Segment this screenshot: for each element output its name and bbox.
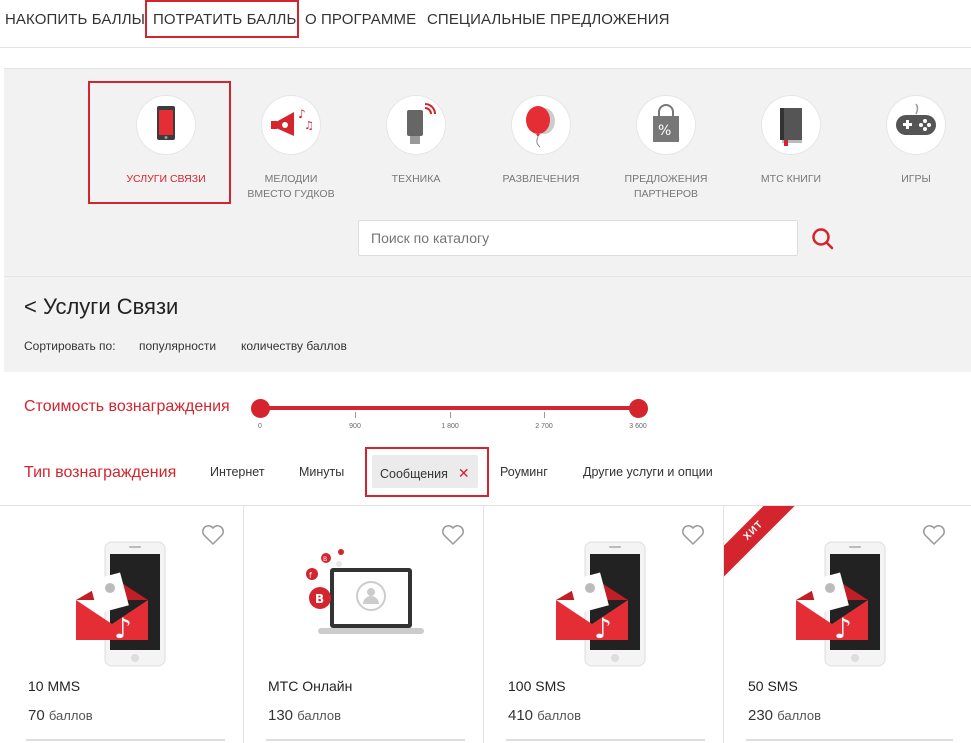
back-to-section-link[interactable]: < Услуги Связи: [24, 294, 178, 320]
category-games[interactable]: ИГРЫ: [858, 96, 971, 187]
product-price: 410 баллов: [508, 707, 581, 724]
card-divider: [746, 739, 953, 741]
svg-text:f: f: [309, 571, 312, 580]
card-divider: [266, 739, 465, 741]
product-name: 100 SMS: [508, 678, 566, 694]
price-value: 70: [28, 707, 45, 724]
svg-text:B: B: [315, 592, 324, 606]
product-price: 130 баллов: [268, 707, 341, 724]
card-divider: [26, 739, 225, 741]
category-entertainment[interactable]: РАЗВЛЕЧЕНИЯ: [483, 96, 599, 187]
phone-envelope-image: ♪: [796, 541, 886, 667]
megaphone-icon: ♪ ♫: [262, 96, 320, 154]
cost-slider-min-handle[interactable]: [251, 399, 270, 418]
price-value: 230: [748, 707, 774, 724]
category-partner-offers[interactable]: % ПРЕДЛОЖЕНИЯ ПАРТНЕРОВ: [608, 96, 724, 202]
section-header-panel: [4, 276, 971, 372]
nav-earn-points[interactable]: НАКОПИТЬ БАЛЛЫ: [5, 11, 145, 28]
product-name: МТС Онлайн: [268, 678, 353, 694]
sort-by-points[interactable]: количеству баллов: [241, 339, 347, 353]
sort-label: Сортировать по:: [24, 339, 116, 353]
nav-about-program[interactable]: О ПРОГРАММЕ: [305, 11, 416, 28]
category-devices[interactable]: ТЕХНИКА: [358, 96, 474, 187]
card-divider: [506, 739, 705, 741]
price-unit: баллов: [537, 708, 582, 723]
slider-tick: [544, 412, 545, 418]
category-label: ИГРЫ: [901, 173, 931, 185]
highlight-frame-nav: [145, 0, 299, 38]
book-icon: [762, 96, 820, 154]
cost-slider-track[interactable]: [260, 406, 638, 410]
svg-text:B: B: [323, 556, 327, 563]
laptop-social-image: B f B: [306, 549, 424, 634]
category-label: МТС КНИГИ: [760, 173, 822, 185]
price-unit: баллов: [777, 708, 822, 723]
catalog-search-input[interactable]: [358, 220, 798, 256]
cost-filter-title: Стоимость вознаграждения: [24, 398, 230, 415]
product-card[interactable]: ♪ 100 SMS 410 баллов: [484, 506, 724, 743]
cost-slider-max-handle[interactable]: [629, 399, 648, 418]
product-card[interactable]: ХИТ ♪ 50 SMS 230 баллов: [724, 506, 971, 743]
category-label: РАЗВЛЕЧЕНИЯ: [502, 173, 580, 185]
slider-tick-label: 1 800: [441, 423, 459, 430]
svg-text:♫: ♫: [304, 119, 314, 132]
balloon-icon: [512, 96, 570, 154]
slider-tick: [355, 412, 356, 418]
sort-by-popularity[interactable]: популярности: [139, 339, 216, 353]
product-name: 10 MMS: [28, 678, 81, 694]
type-filter-title: Тип вознаграждения: [24, 464, 177, 481]
shopping-bag-percent-icon: %: [637, 96, 695, 154]
category-mts-books[interactable]: МТС КНИГИ: [733, 96, 849, 187]
usb-modem-icon: [387, 96, 445, 154]
price-unit: баллов: [297, 708, 342, 723]
category-label: МЕЛОДИИ ВМЕСТО ГУДКОВ: [247, 173, 335, 200]
svg-text:♪: ♪: [834, 612, 852, 645]
slider-tick: [450, 412, 451, 418]
highlight-frame-filter: [365, 447, 489, 497]
price-unit: баллов: [48, 708, 93, 723]
nav-special-offers[interactable]: СПЕЦИАЛЬНЫЕ ПРЕДЛОЖЕНИЯ: [427, 11, 670, 28]
slider-tick-label: 3 600: [629, 423, 647, 430]
category-label: ТЕХНИКА: [391, 173, 441, 185]
highlight-frame-category: [88, 81, 231, 204]
phone-envelope-image: ♪: [556, 541, 646, 667]
type-filter-other[interactable]: Другие услуги и опции: [583, 465, 713, 479]
price-value: 130: [268, 707, 294, 724]
type-filter-roaming[interactable]: Роуминг: [500, 465, 548, 479]
type-filter-internet[interactable]: Интернет: [210, 465, 265, 479]
price-value: 410: [508, 707, 534, 724]
type-filter-minutes[interactable]: Минуты: [299, 465, 344, 479]
product-card[interactable]: B f B МТС Онлайн 130 баллов: [244, 506, 484, 743]
phone-envelope-image: ♪: [76, 541, 166, 667]
product-price: 230 баллов: [748, 707, 821, 724]
search-icon[interactable]: [810, 226, 836, 252]
svg-text:♪: ♪: [594, 612, 612, 645]
product-price: 70 баллов: [28, 707, 93, 724]
svg-text:%: %: [658, 123, 671, 139]
svg-text:♪: ♪: [114, 612, 132, 645]
product-card[interactable]: ♪ 10 MMS 70 баллов: [4, 506, 244, 743]
slider-tick-label: 0: [258, 423, 262, 430]
gamepad-icon: [887, 96, 945, 154]
slider-tick-label: 900: [349, 423, 361, 430]
category-label: ПРЕДЛОЖЕНИЯ ПАРТНЕРОВ: [624, 173, 708, 200]
category-ringback-tones[interactable]: ♪ ♫ МЕЛОДИИ ВМЕСТО ГУДКОВ: [233, 96, 349, 202]
slider-tick-label: 2 700: [535, 423, 553, 430]
product-name: 50 SMS: [748, 678, 798, 694]
